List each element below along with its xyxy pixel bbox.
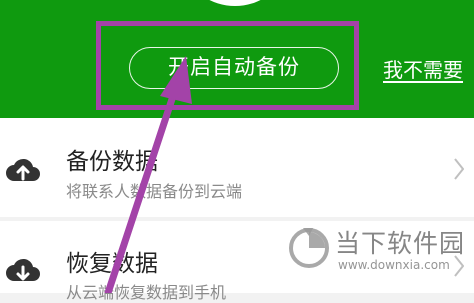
watermark-name: 当下软件园 — [335, 229, 466, 258]
watermark-url: www.downxia.com — [338, 258, 450, 272]
downxia-logo-icon — [289, 228, 329, 268]
